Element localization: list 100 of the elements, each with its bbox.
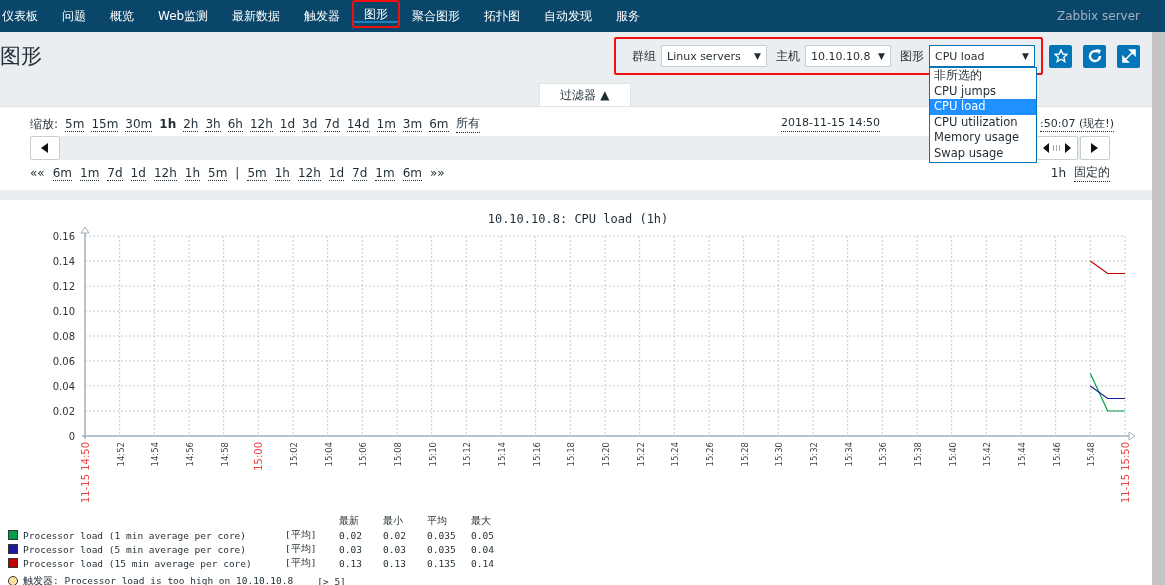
nav-tab[interactable]: 问题	[50, 0, 98, 32]
zoom-link[interactable]: 3m	[402, 116, 423, 132]
dropdown-option[interactable]: 非所选的	[930, 68, 1036, 84]
step-forward-link[interactable]: 1h	[274, 165, 290, 181]
legend-function: [平均]	[285, 542, 318, 556]
zoom-link[interactable]: 1h	[159, 117, 177, 131]
legend-function: [平均]	[285, 556, 318, 570]
nav-tab[interactable]: 聚合图形	[400, 0, 473, 32]
dropdown-option[interactable]: CPU utilization	[930, 114, 1036, 131]
x-tick-label: 15:00	[253, 442, 265, 471]
step-forward-link[interactable]: 6m	[402, 165, 422, 181]
step-back-link[interactable]: 1m	[80, 165, 100, 181]
nav-tab[interactable]: 图形	[352, 0, 401, 28]
scroll-left-button[interactable]	[30, 136, 60, 160]
zoom-link[interactable]: 30m	[125, 116, 153, 132]
fullscreen-button[interactable]	[1117, 44, 1140, 68]
zoom-link[interactable]: 5m	[65, 116, 85, 132]
favorite-button[interactable]	[1049, 44, 1072, 68]
legend-value: 0.13	[339, 557, 363, 569]
zoom-link[interactable]: 2h	[183, 116, 199, 132]
y-tick-label: 0.06	[52, 356, 75, 367]
zoom-link[interactable]: 6h	[227, 116, 243, 132]
step-back-link[interactable]: 6m	[52, 165, 72, 181]
group-select[interactable]: Linux servers ▼	[661, 45, 767, 67]
x-tick-label: 15:08	[393, 442, 403, 467]
x-tick-label: 15:06	[358, 442, 369, 467]
fixed-link[interactable]: 固定的	[1074, 164, 1110, 182]
step-back-link[interactable]: 1d	[130, 165, 146, 181]
graph-label: 图形	[900, 47, 924, 65]
step-forward-link[interactable]: 1m	[375, 165, 395, 181]
dropdown-option[interactable]: CPU jumps	[930, 83, 1036, 100]
refresh-icon	[1086, 48, 1103, 64]
nav-tab[interactable]: 拓扑图	[472, 0, 533, 32]
x-tick-label: 14:52	[115, 442, 126, 467]
legend-name: Processor load (1 min average per core)	[23, 529, 248, 541]
zoom-out-button[interactable]	[1036, 136, 1078, 160]
zoom-link[interactable]: 12h	[249, 116, 273, 132]
forward-marker: »»	[430, 166, 445, 180]
legend-header: 最新	[339, 514, 360, 528]
dropdown-option[interactable]: Memory usage	[930, 130, 1036, 146]
x-tick-label: 15:10	[427, 442, 438, 467]
zoom-link[interactable]: 15m	[91, 116, 119, 132]
nav-tab[interactable]: 服务	[604, 0, 653, 32]
y-tick-label: 0.12	[52, 281, 75, 292]
expand-arrows-icon	[1043, 143, 1071, 153]
step-back-link[interactable]: 5m	[208, 165, 228, 181]
x-tick-label: 15:46	[1051, 442, 1062, 467]
zoom-link[interactable]: 7d	[324, 116, 340, 132]
x-tick-label: 15:42	[982, 442, 993, 467]
x-tick-label: 11-15 14:50	[80, 442, 91, 504]
x-tick-label: 15:04	[323, 442, 334, 467]
zoom-link[interactable]: 14d	[346, 116, 370, 132]
x-tick-label: 15:26	[705, 442, 715, 467]
filter-tab[interactable]: 过滤器 ▲	[539, 83, 631, 106]
zoom-label: 缩放:	[30, 115, 59, 133]
legend-value: 0.135	[427, 557, 457, 569]
step-forward-link[interactable]: 7d	[352, 165, 368, 181]
page-title: 图形	[0, 43, 43, 70]
series-line	[1089, 260, 1126, 275]
zoom-link[interactable]: 3d	[302, 116, 318, 132]
legend-name: Processor load (5 min average per core)	[23, 543, 248, 555]
scroll-right-button[interactable]	[1080, 136, 1110, 160]
zoom-link[interactable]: 1m	[376, 116, 396, 132]
nav-tab[interactable]: 触发器	[292, 0, 353, 32]
x-tick-label: 14:56	[185, 442, 195, 467]
zoom-link[interactable]: 6m	[429, 116, 449, 132]
x-tick-label: 15:24	[670, 442, 681, 467]
nav-tab[interactable]: Web监测	[146, 0, 221, 32]
zoom-link[interactable]: 所有	[455, 115, 480, 133]
legend-value: 0.035	[427, 529, 457, 541]
x-tick-label: 15:40	[947, 442, 958, 467]
range-start[interactable]: 2018-11-15 14:50	[780, 116, 881, 132]
legend-header: 平均	[427, 514, 448, 528]
dropdown-option[interactable]: Swap usage	[930, 145, 1036, 162]
nav-tab[interactable]: 自动发现	[532, 0, 605, 32]
step-forward-link[interactable]: 5m	[247, 165, 267, 181]
step-forward-link[interactable]: 1d	[328, 165, 345, 181]
legend-value: 0.02	[383, 529, 407, 541]
step-back-link[interactable]: 7d	[107, 165, 123, 181]
range-end[interactable]: :50:07 (现在!)	[1040, 116, 1114, 132]
step-back-link[interactable]: 1h	[184, 165, 200, 181]
step-back-link[interactable]: 12h	[153, 165, 177, 181]
nav-tab[interactable]: 概览	[98, 0, 146, 32]
zoom-link[interactable]: 3h	[205, 116, 221, 132]
y-tick-label: 0	[68, 431, 75, 442]
legend-value: 0.05	[471, 529, 495, 541]
x-tick-label: 15:48	[1086, 442, 1097, 467]
refresh-button[interactable]	[1083, 44, 1106, 68]
nav-tab[interactable]: 仪表板	[0, 0, 50, 32]
y-tick-label: 0.08	[52, 331, 75, 342]
step-forward-link[interactable]: 12h	[297, 165, 321, 181]
x-tick-label: 15:22	[635, 442, 646, 467]
x-tick-label: 15:28	[739, 442, 750, 467]
y-tick-label: 0.02	[52, 406, 75, 417]
nav-tab[interactable]: 最新数据	[220, 0, 293, 32]
host-select[interactable]: 10.10.10.8 ▼	[805, 45, 891, 67]
zoom-link[interactable]: 1d	[279, 116, 296, 132]
caret-icon: ▼	[754, 51, 761, 61]
legend-value: 0.02	[339, 529, 363, 541]
chart-title: 10.10.10.8: CPU load (1h)	[487, 212, 669, 226]
